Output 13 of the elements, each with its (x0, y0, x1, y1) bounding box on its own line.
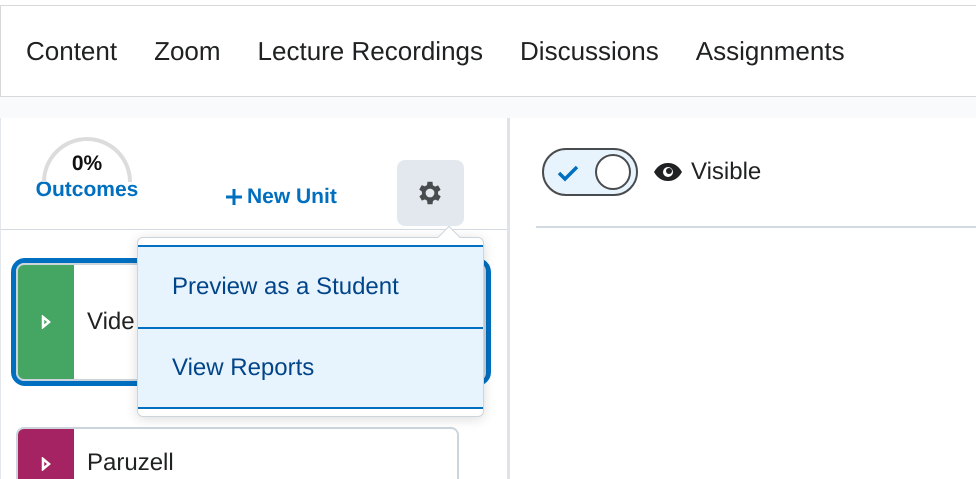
nav-tab[interactable]: Content (26, 32, 118, 70)
nav-tab[interactable]: Lecture Recordings (258, 32, 484, 70)
unit-title: Vide (87, 308, 135, 336)
nav-tab[interactable]: Assignments (696, 32, 845, 70)
menu-item[interactable]: Preview as a Student (138, 245, 483, 327)
outcomes-link[interactable]: Outcomes (36, 178, 138, 202)
nav-tab[interactable]: Discussions (520, 32, 659, 70)
menu-item[interactable]: View Reports (138, 327, 483, 409)
visibility-label: Visible (691, 157, 762, 187)
nav-tab[interactable]: Zoom (154, 32, 221, 70)
unit-title: Paruzell (87, 449, 174, 476)
progress-percent: 0% (72, 152, 102, 176)
new-unit-link[interactable]: New Unit (225, 181, 337, 212)
